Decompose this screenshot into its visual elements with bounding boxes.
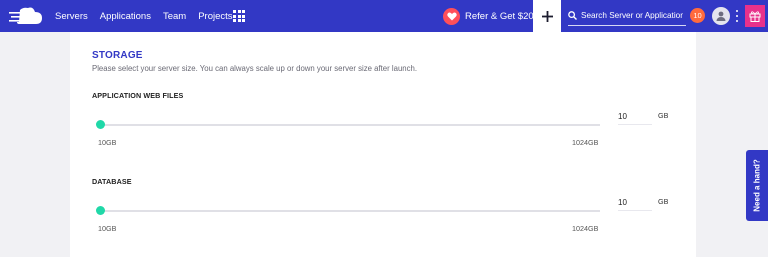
nav-projects[interactable]: Projects bbox=[198, 11, 232, 22]
app-files-max: 1024GB bbox=[572, 138, 599, 147]
app-files-unit: GB bbox=[658, 111, 669, 120]
database-value-input[interactable] bbox=[618, 195, 652, 211]
gift-icon bbox=[749, 11, 761, 22]
search-box[interactable] bbox=[568, 6, 686, 26]
cloud-logo-icon[interactable] bbox=[9, 7, 43, 25]
app-files-label: APPLICATION WEB FILES bbox=[92, 91, 184, 100]
apps-grid-icon[interactable] bbox=[233, 10, 245, 22]
app-files-value-input[interactable] bbox=[618, 109, 652, 125]
user-icon bbox=[716, 11, 726, 21]
app-files-slider-thumb[interactable] bbox=[96, 120, 105, 129]
heart-icon bbox=[443, 7, 460, 25]
search-input[interactable] bbox=[581, 11, 683, 20]
nav-team[interactable]: Team bbox=[163, 11, 186, 22]
database-min: 10GB bbox=[98, 224, 117, 233]
nav-applications[interactable]: Applications bbox=[100, 11, 151, 22]
storage-description: Please select your server size. You can … bbox=[92, 64, 418, 73]
gift-button[interactable] bbox=[745, 5, 765, 27]
need-a-hand-label: Need a hand? bbox=[752, 159, 762, 212]
database-slider-track[interactable] bbox=[100, 210, 600, 212]
refer-label: Refer & Get $20 bbox=[465, 10, 534, 22]
database-label: DATABASE bbox=[92, 177, 132, 186]
app-files-min: 10GB bbox=[98, 138, 117, 147]
search-icon bbox=[568, 11, 577, 20]
main-nav: Servers Applications Team Projects bbox=[55, 0, 245, 32]
database-max: 1024GB bbox=[572, 224, 599, 233]
database-unit: GB bbox=[658, 197, 669, 206]
database-slider-thumb[interactable] bbox=[96, 206, 105, 215]
storage-title: STORAGE bbox=[92, 50, 143, 61]
app-files-slider-track[interactable] bbox=[100, 124, 600, 126]
add-button[interactable] bbox=[533, 0, 561, 32]
storage-card: STORAGE Please select your server size. … bbox=[70, 32, 696, 257]
plus-icon bbox=[541, 10, 553, 22]
top-navigation-bar: Servers Applications Team Projects Refer… bbox=[0, 0, 768, 32]
avatar[interactable] bbox=[712, 7, 730, 25]
nav-servers[interactable]: Servers bbox=[55, 11, 88, 22]
need-a-hand-tab[interactable]: Need a hand? bbox=[746, 150, 768, 221]
refer-button[interactable]: Refer & Get $20 bbox=[443, 7, 534, 25]
notification-badge[interactable]: 10 bbox=[690, 8, 705, 23]
more-vertical-icon[interactable] bbox=[735, 10, 739, 22]
